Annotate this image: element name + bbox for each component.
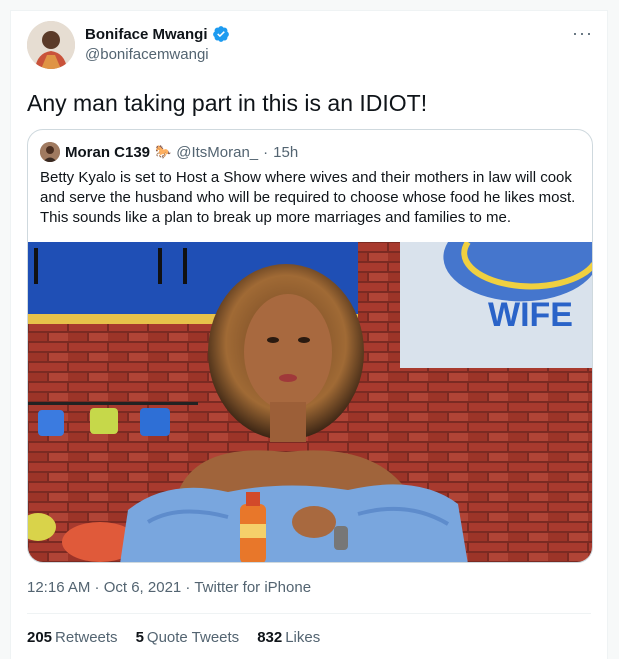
- tv-show-photo: WIFE: [28, 242, 592, 562]
- quoted-tweet[interactable]: Moran C139 🐎 @ItsMoran_ · 15h Betty Kyal…: [27, 129, 593, 563]
- divider: [27, 613, 591, 614]
- quoted-tweet-header: Moran C139 🐎 @ItsMoran_ · 15h: [40, 142, 298, 162]
- quoted-author-name[interactable]: Moran C139: [65, 144, 150, 161]
- quoted-tweet-text: Betty Kyalo is set to Host a Show where …: [40, 169, 576, 226]
- quoted-avatar-image: [40, 142, 60, 162]
- likes-label: Likes: [285, 629, 321, 646]
- sign-text: WIFE: [488, 296, 573, 334]
- author-handle[interactable]: @bonifacemwangi: [85, 46, 209, 63]
- quote-tweets-label: Quote Tweets: [146, 629, 240, 646]
- likes-count: 832: [257, 629, 283, 646]
- more-options-icon[interactable]: ···: [572, 23, 593, 44]
- tweet-card: Boniface Mwangi @bonifacemwangi ··· Any …: [10, 10, 608, 659]
- likes-stat[interactable]: 832 Likes: [257, 629, 320, 646]
- quoted-tweet-time[interactable]: 15h: [273, 144, 298, 161]
- retweets-stat[interactable]: 205 Retweets: [27, 629, 118, 646]
- tweet-timestamp[interactable]: 12:16 AM · Oct 6, 2021 · Twitter for iPh…: [27, 579, 311, 596]
- quote-tweets-stat[interactable]: 5 Quote Tweets: [136, 629, 240, 646]
- horse-emoji-icon: 🐎: [155, 144, 172, 159]
- author-avatar[interactable]: [27, 21, 75, 69]
- retweets-count: 205: [27, 629, 53, 646]
- quote-tweets-count: 5: [135, 629, 144, 646]
- retweets-label: Retweets: [55, 629, 118, 646]
- engagement-stats: 205 Retweets 5 Quote Tweets 832 Likes: [27, 629, 320, 646]
- quoted-author-avatar[interactable]: [40, 142, 60, 162]
- author-avatar-image: [27, 21, 75, 69]
- tweet-text: Any man taking part in this is an IDIOT!: [27, 90, 428, 116]
- separator-dot: ·: [263, 143, 269, 161]
- verified-badge-icon: [212, 26, 229, 42]
- quoted-tweet-image[interactable]: WIFE: [28, 242, 592, 562]
- author-name[interactable]: Boniface Mwangi: [85, 25, 230, 43]
- quoted-author-handle[interactable]: @ItsMoran_: [176, 144, 258, 161]
- author-name-text[interactable]: Boniface Mwangi: [85, 26, 208, 43]
